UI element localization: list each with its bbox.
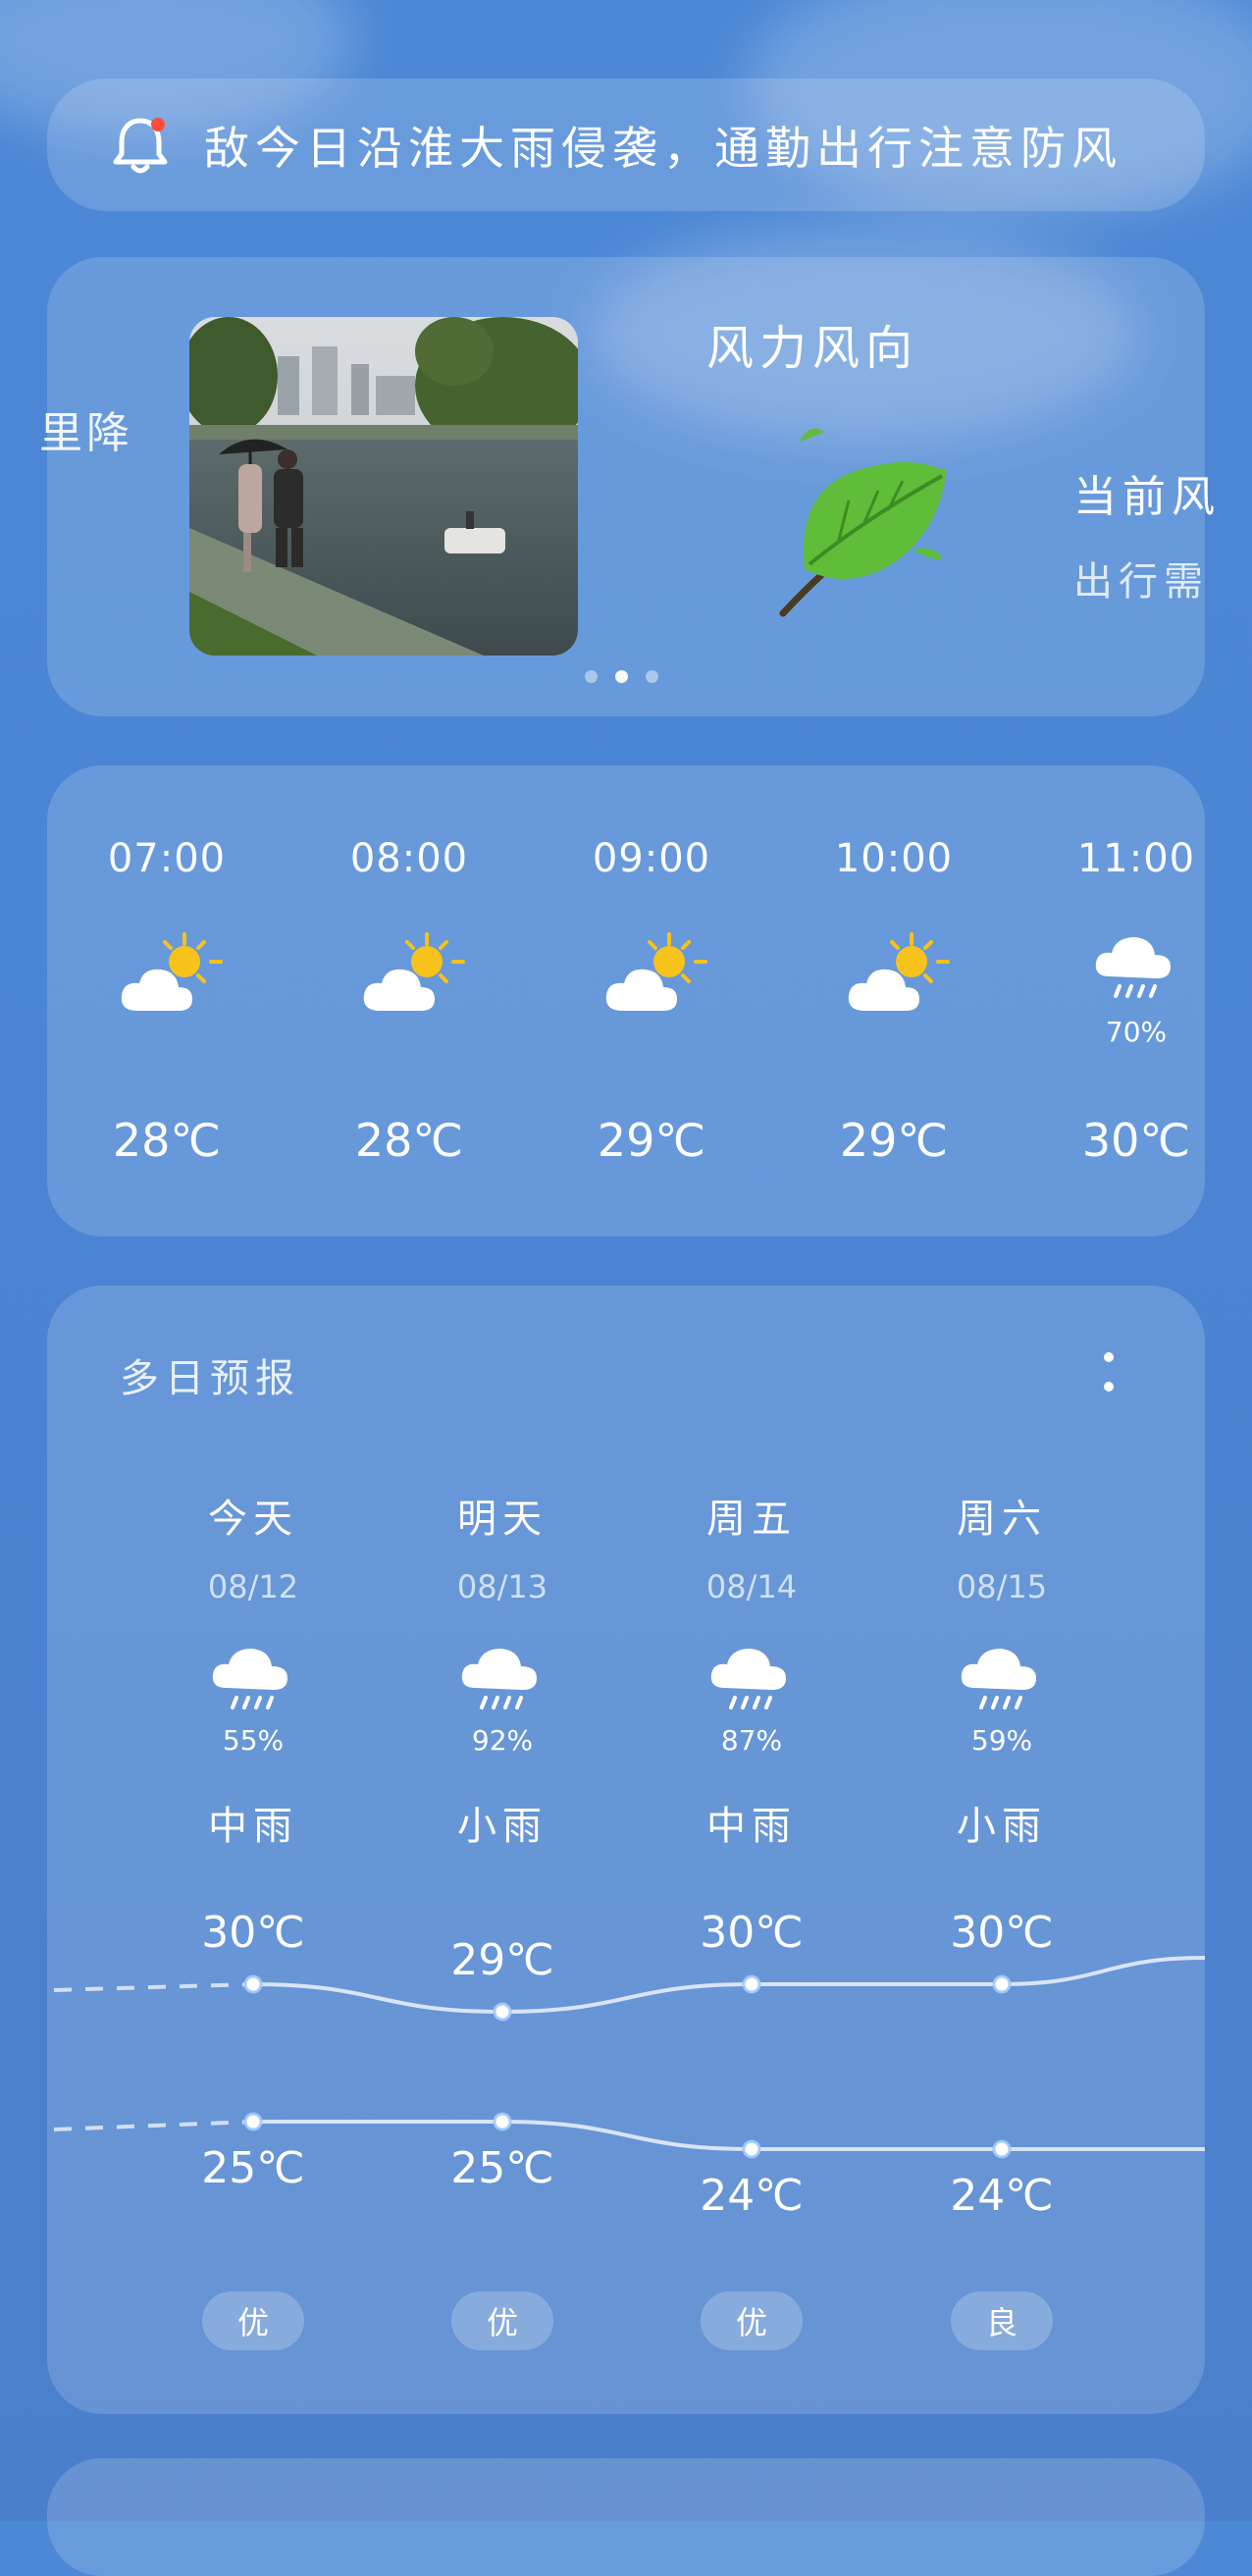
carousel-left-peek-text: 里降 bbox=[39, 408, 133, 458]
high-temp-label: 30℃ bbox=[700, 1908, 804, 1958]
partly-sunny-icon bbox=[848, 932, 950, 1011]
hour-time: 11:00 bbox=[1076, 836, 1196, 881]
day-date: 08/13 bbox=[456, 1568, 548, 1605]
low-temp-line bbox=[253, 2120, 1205, 2151]
high-temp-label: 30℃ bbox=[201, 1908, 305, 1958]
day-precip-chance: 92% bbox=[471, 1724, 534, 1757]
rain-cloud-icon bbox=[212, 1649, 287, 1709]
hour-temperature: 29℃ bbox=[839, 1114, 949, 1167]
low-temp-point bbox=[243, 2112, 263, 2131]
low-temp-label: 24℃ bbox=[950, 2171, 1054, 2221]
rain-street-photo[interactable] bbox=[189, 317, 578, 656]
next-card-peek[interactable] bbox=[47, 2458, 1205, 2576]
low-temp-point bbox=[493, 2112, 512, 2131]
low-temp-label: 24℃ bbox=[700, 2171, 804, 2221]
high-temp-point bbox=[992, 1974, 1012, 1994]
hour-temperature: 30℃ bbox=[1081, 1114, 1191, 1167]
air-quality-badge[interactable]: 良 bbox=[951, 2291, 1053, 2350]
low-temp-point bbox=[742, 2139, 761, 2159]
high-temp-line bbox=[252, 1956, 1206, 2015]
day-weather-icon bbox=[707, 1639, 796, 1721]
high-temp-label: 29℃ bbox=[450, 1935, 554, 1985]
day-condition: 小雨 bbox=[957, 1804, 1047, 1849]
hour-temperature: 29℃ bbox=[597, 1114, 706, 1167]
rain-street-photo-image bbox=[189, 317, 578, 656]
day-precip-chance: 55% bbox=[222, 1724, 285, 1757]
alert-text: 敌今日沿淮大雨侵袭，通勤出行注意防风 bbox=[204, 121, 1122, 175]
hour-time: 08:00 bbox=[349, 836, 469, 881]
carousel-dot[interactable] bbox=[646, 670, 658, 683]
partly-sunny-icon bbox=[363, 932, 465, 1011]
rain-cloud-icon bbox=[461, 1649, 537, 1709]
hour-weather-icon bbox=[1092, 927, 1200, 1016]
day-name: 周五 bbox=[706, 1497, 797, 1542]
air-quality-badge[interactable]: 优 bbox=[202, 2291, 304, 2350]
low-temp-label: 25℃ bbox=[450, 2143, 554, 2193]
day-name: 今天 bbox=[208, 1497, 298, 1542]
hour-weather-icon bbox=[845, 932, 953, 1021]
day-weather-icon bbox=[209, 1639, 297, 1721]
daily-forecast-title: 多日预报 bbox=[120, 1356, 300, 1401]
day-name: 明天 bbox=[457, 1497, 548, 1542]
day-name: 周六 bbox=[957, 1497, 1047, 1542]
hour-time: 09:00 bbox=[592, 836, 711, 881]
air-quality-badge[interactable]: 优 bbox=[701, 2291, 803, 2350]
partly-sunny-icon bbox=[605, 932, 707, 1011]
carousel-pagination[interactable] bbox=[585, 670, 658, 683]
day-date: 08/14 bbox=[705, 1568, 798, 1605]
day-date: 08/15 bbox=[956, 1568, 1048, 1605]
more-vertical-icon[interactable] bbox=[1101, 1349, 1117, 1398]
high-temp-point bbox=[493, 2002, 512, 2022]
hour-precip-chance: 70% bbox=[1105, 1016, 1168, 1048]
low-temp-label: 25℃ bbox=[201, 2143, 305, 2193]
leaf-wind-icon bbox=[779, 428, 947, 617]
rain-cloud-icon bbox=[1095, 937, 1171, 998]
hour-time: 10:00 bbox=[834, 836, 954, 881]
air-quality-badge[interactable]: 优 bbox=[451, 2291, 553, 2350]
carousel-dot-active[interactable] bbox=[615, 670, 628, 683]
hour-weather-icon bbox=[602, 932, 710, 1021]
hour-weather-icon bbox=[118, 932, 226, 1021]
low-temp-point bbox=[992, 2139, 1012, 2159]
bell-alert-icon bbox=[113, 117, 168, 173]
high-temp-label: 30℃ bbox=[950, 1908, 1054, 1958]
partly-sunny-icon bbox=[121, 932, 223, 1011]
hour-weather-icon bbox=[360, 932, 468, 1021]
day-precip-chance: 59% bbox=[970, 1724, 1033, 1757]
carousel-right-peek-title: 当前风 bbox=[1073, 472, 1221, 522]
rain-cloud-icon bbox=[710, 1649, 786, 1709]
day-condition: 中雨 bbox=[208, 1804, 298, 1849]
carousel-dot[interactable] bbox=[585, 670, 598, 683]
day-condition: 中雨 bbox=[706, 1804, 797, 1849]
high-temp-point bbox=[243, 1974, 263, 1994]
rain-cloud-icon bbox=[961, 1649, 1036, 1709]
day-condition: 小雨 bbox=[457, 1804, 548, 1849]
hour-time: 07:00 bbox=[107, 836, 227, 881]
low-temp-past-line bbox=[53, 2120, 254, 2131]
high-temp-point bbox=[742, 1974, 761, 1994]
hour-temperature: 28℃ bbox=[354, 1114, 464, 1167]
high-temp-past-line bbox=[53, 1982, 254, 1992]
weather-alert-banner[interactable]: 敌今日沿淮大雨侵袭，通勤出行注意防风 bbox=[47, 79, 1205, 211]
hour-temperature: 28℃ bbox=[112, 1114, 222, 1167]
day-weather-icon bbox=[458, 1639, 547, 1721]
wind-title: 风力风向 bbox=[706, 321, 919, 376]
day-date: 08/12 bbox=[207, 1568, 299, 1605]
day-precip-chance: 87% bbox=[720, 1724, 783, 1757]
carousel-right-peek-sub: 出行需 bbox=[1073, 559, 1203, 605]
day-weather-icon bbox=[958, 1639, 1046, 1721]
